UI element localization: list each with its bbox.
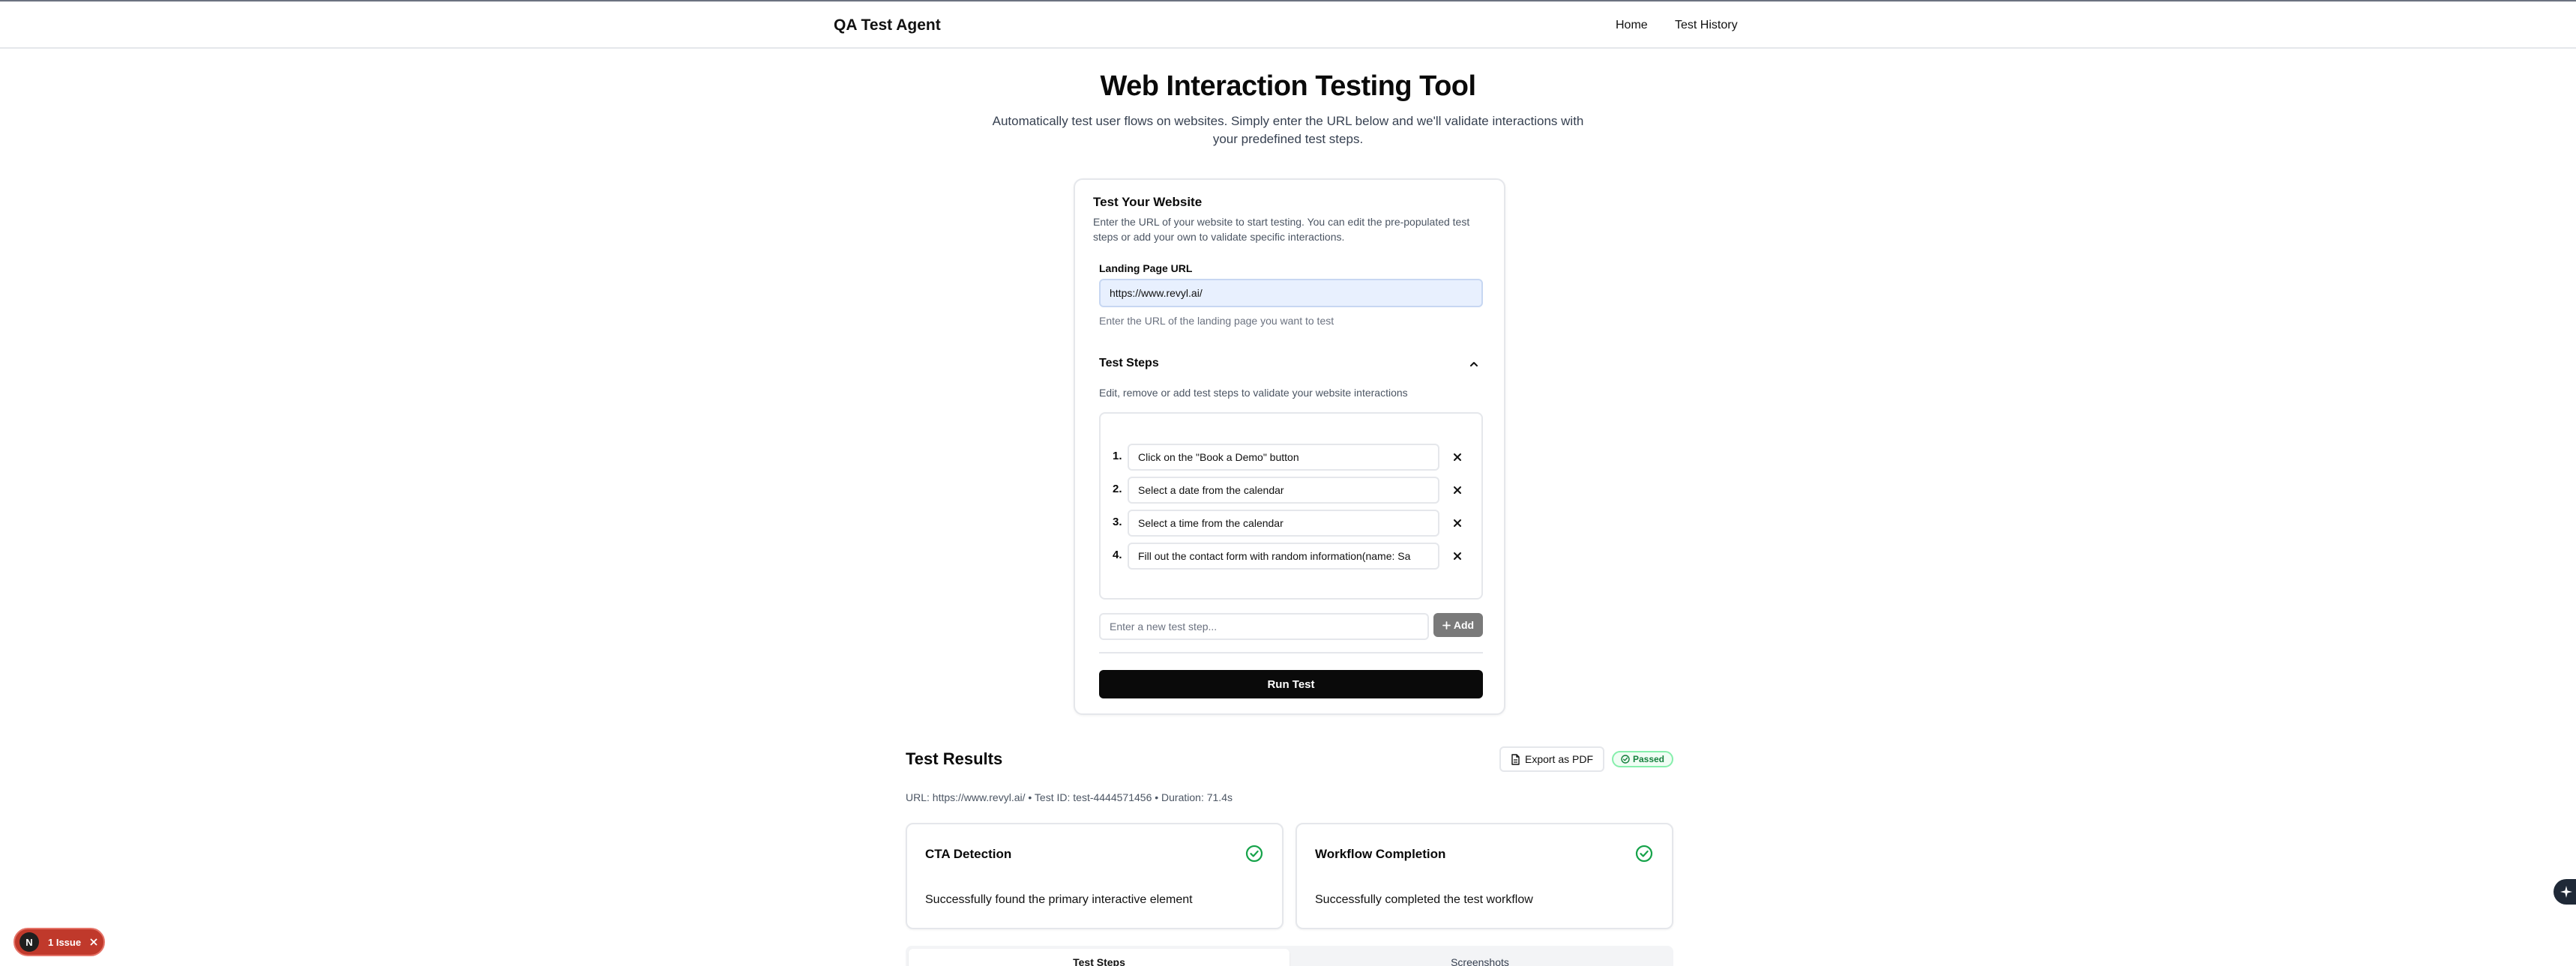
page-subtitle: Automatically test user flows on website… [992,114,1584,146]
brand-title[interactable]: QA Test Agent [834,16,941,34]
issue-avatar: N [19,932,39,952]
close-icon [1454,552,1461,560]
step-number: 2. [1113,483,1122,495]
step-number: 1. [1113,450,1122,462]
remove-step-button[interactable] [1448,481,1466,499]
form-title: Test Your Website [1093,195,1203,209]
test-steps-list: 1. 2. 3. 4. [1099,412,1483,600]
remove-step-button[interactable] [1448,514,1466,532]
nav-test-history-link[interactable]: Test History [1675,19,1738,32]
step-input[interactable] [1128,510,1439,537]
test-step-row: 4. [1101,543,1484,570]
step-input[interactable] [1128,543,1439,570]
nav-home-link[interactable]: Home [1616,19,1648,32]
remove-step-button[interactable] [1448,547,1466,565]
close-icon [1454,486,1461,494]
sparkle-icon [2560,886,2572,898]
close-icon [1454,519,1461,527]
plus-icon [1442,621,1451,630]
test-steps-heading: Test Steps [1099,357,1159,369]
test-step-row: 2. [1101,477,1484,504]
test-steps-description: Edit, remove or add test steps to valida… [1099,387,1408,399]
result-card-title: CTA Detection [925,847,1012,861]
results-meta: URL: https://www.revyl.ai/ • Test ID: te… [906,791,1233,803]
url-input[interactable] [1099,279,1483,307]
step-input[interactable] [1128,477,1439,504]
form-description: Enter the URL of your website to start t… [1093,216,1470,243]
assistant-fab[interactable] [2554,879,2576,905]
issue-count-label: 1 Issue [48,936,82,948]
url-help-text: Enter the URL of the landing page you wa… [1099,315,1334,327]
check-circle-icon [1621,755,1630,764]
url-label: Landing Page URL [1099,262,1193,274]
divider [1099,652,1483,653]
issue-badge[interactable]: N 1 Issue [13,928,105,956]
run-test-button[interactable]: Run Test [1099,670,1483,698]
step-number: 3. [1113,516,1122,528]
top-navbar: QA Test Agent Home Test History [0,1,2576,49]
status-badge: Passed [1612,751,1673,767]
result-card-title: Workflow Completion [1315,847,1446,861]
result-card-text: Successfully completed the test workflow [1315,893,1533,906]
results-title: Test Results [906,749,1003,768]
tab-screenshots[interactable]: Screenshots [1289,949,1670,966]
close-icon [1454,453,1461,461]
collapse-steps-toggle[interactable] [1465,355,1483,373]
test-step-row: 3. [1101,510,1484,537]
status-label: Passed [1632,754,1665,764]
step-number: 4. [1113,549,1122,561]
step-input[interactable] [1128,444,1439,471]
result-card-workflow-completion: Workflow Completion Successfully complet… [1295,823,1673,929]
close-icon [90,938,97,946]
remove-step-button[interactable] [1448,448,1466,466]
chevron-up-icon [1470,362,1478,366]
check-circle-icon [1245,845,1263,863]
page-title: Web Interaction Testing Tool [1100,70,1476,102]
tab-test-steps[interactable]: Test Steps [909,949,1289,966]
new-step-input[interactable] [1099,613,1429,640]
file-icon [1511,753,1520,765]
test-form-card: Test Your Website Enter the URL of your … [1074,178,1505,715]
add-step-label: Add [1453,619,1475,631]
results-tabs: Test Steps Screenshots [906,946,1673,966]
result-card-cta-detection: CTA Detection Successfully found the pri… [906,823,1284,929]
export-pdf-label: Export as PDF [1524,753,1594,765]
test-step-row: 1. [1101,444,1484,471]
check-circle-icon [1635,845,1653,863]
dismiss-issue-button[interactable] [88,937,99,947]
export-pdf-button[interactable]: Export as PDF [1499,746,1604,772]
result-card-text: Successfully found the primary interacti… [925,893,1193,906]
add-step-button[interactable]: Add [1433,613,1483,637]
